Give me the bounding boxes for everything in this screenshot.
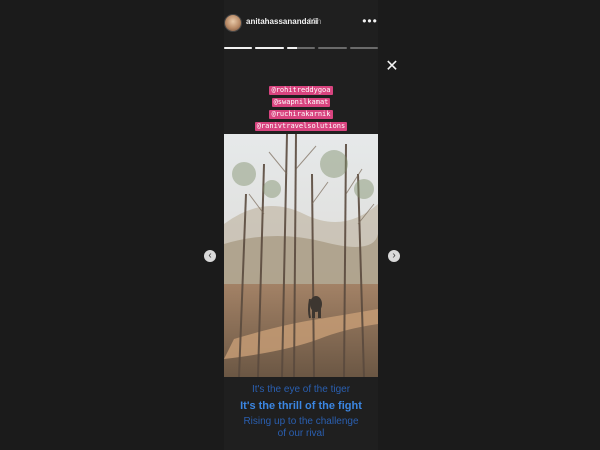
forest-elephant-image — [224, 134, 378, 377]
mention-tag[interactable]: @swapnilkamat — [271, 98, 331, 107]
lyric-line: of our rival — [277, 428, 325, 439]
story-photo — [224, 134, 378, 377]
mention-tag[interactable]: @ruchirakarnik — [269, 110, 333, 119]
avatar[interactable] — [224, 14, 242, 32]
more-horizontal-icon[interactable]: ••• — [362, 13, 378, 29]
mention-tags: @rohitreddygoa @swapnilkamat @ruchirakar… — [224, 86, 378, 136]
lyric-line: It's the eye of the tiger — [251, 384, 351, 395]
progress-segment — [318, 47, 347, 49]
progress-segment — [286, 47, 316, 49]
chevron-left-icon[interactable]: ‹ — [204, 250, 216, 262]
progress-segment — [255, 47, 284, 49]
progress-segment — [224, 47, 253, 49]
lyrics-panel: It's the eye of the tiger It's the thril… — [224, 378, 378, 450]
lyric-line: Rising up to the challenge — [243, 416, 359, 427]
story-progress — [224, 47, 379, 49]
close-icon[interactable]: ✕ — [383, 58, 401, 76]
mention-tag[interactable]: @ranivtravelsolutions — [254, 122, 348, 131]
timestamp: 13h — [308, 17, 322, 26]
mention-tag[interactable]: @rohitreddygoa — [269, 86, 333, 95]
story-header: anitahassanandani 13h ••• — [224, 12, 378, 42]
chevron-right-icon[interactable]: › — [388, 250, 400, 262]
progress-segment — [349, 47, 379, 49]
lyric-line-active: It's the thrill of the fight — [240, 400, 362, 412]
